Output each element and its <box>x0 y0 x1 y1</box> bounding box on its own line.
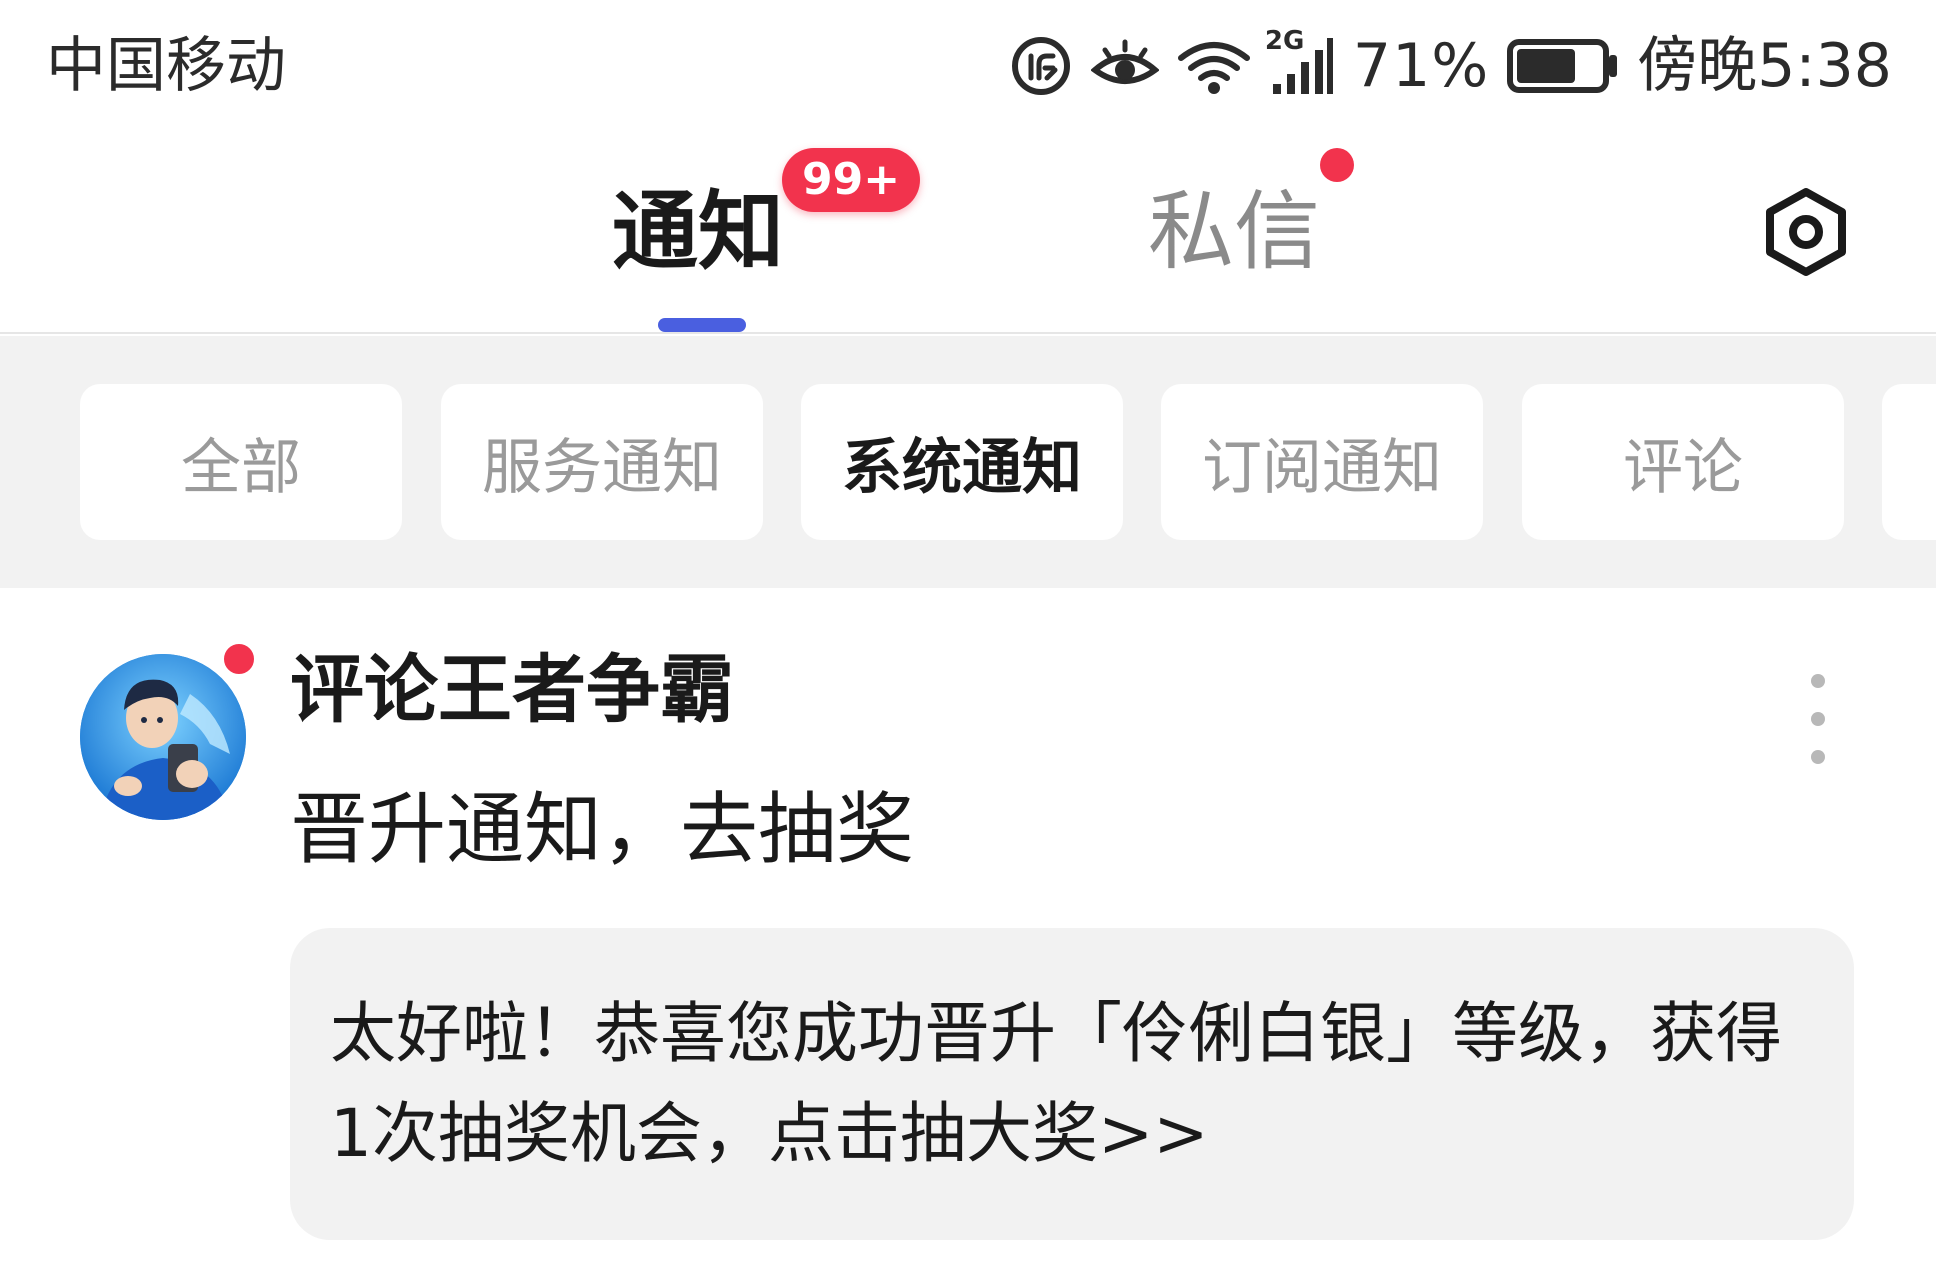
chip-system[interactable]: 系统通知 <box>801 384 1123 540</box>
status-icons: 2G 71% 傍晚5:38 <box>1009 26 1892 106</box>
settings-hexagon-icon <box>1766 188 1846 276</box>
carrier-name: 中国移动 <box>46 31 286 101</box>
active-tab-indicator <box>658 318 746 332</box>
avatar-illustration <box>80 654 246 820</box>
network-type-label: 2G <box>1264 26 1305 56</box>
eye-protection-icon <box>1090 38 1159 94</box>
clock: 傍晚5:38 <box>1637 31 1892 101</box>
battery-percent: 71% <box>1352 31 1490 101</box>
category-filter-bar: 全部 服务通知 系统通知 订阅通知 评论 <box>0 336 1936 588</box>
notification-item[interactable]: 评论王者争霸 晋升通知，去抽奖 太好啦！恭喜您成功晋升「伶俐白银」等级，获得1次… <box>0 588 1936 1280</box>
notification-title: 晋升通知，去抽奖 <box>290 785 915 875</box>
status-bar: 中国移动 2G 71% 傍晚5:38 <box>0 0 1936 132</box>
notification-body-card[interactable]: 太好啦！恭喜您成功晋升「伶俐白银」等级，获得1次抽奖机会，点击抽大奖>> <box>290 928 1854 1240</box>
avatar[interactable] <box>80 654 246 820</box>
message-center-tabs: 通知 99+ 私信 <box>0 132 1936 334</box>
chip-overflow[interactable] <box>1882 384 1936 540</box>
settings-button[interactable] <box>1756 182 1856 282</box>
unread-dot <box>220 640 258 678</box>
more-vertical-icon[interactable] <box>1788 674 1848 764</box>
data-saver-icon <box>1009 34 1073 98</box>
tab-private-messages[interactable]: 私信 <box>1148 182 1320 282</box>
notification-body: 太好啦！恭喜您成功晋升「伶俐白银」等级，获得1次抽奖机会，点击抽大奖>> <box>330 995 1782 1172</box>
battery-icon <box>1507 39 1619 93</box>
tab-notifications[interactable]: 通知 <box>612 182 784 282</box>
sender-name: 评论王者争霸 <box>290 647 734 733</box>
chip-service[interactable]: 服务通知 <box>441 384 763 540</box>
wifi-icon <box>1177 36 1251 96</box>
chip-comments[interactable]: 评论 <box>1522 384 1844 540</box>
chip-subscription[interactable]: 订阅通知 <box>1161 384 1483 540</box>
notification-count-badge: 99+ <box>782 148 921 212</box>
cellular-signal-icon: 2G <box>1265 26 1335 98</box>
unread-dot <box>1320 148 1354 182</box>
chip-all[interactable]: 全部 <box>80 384 402 540</box>
